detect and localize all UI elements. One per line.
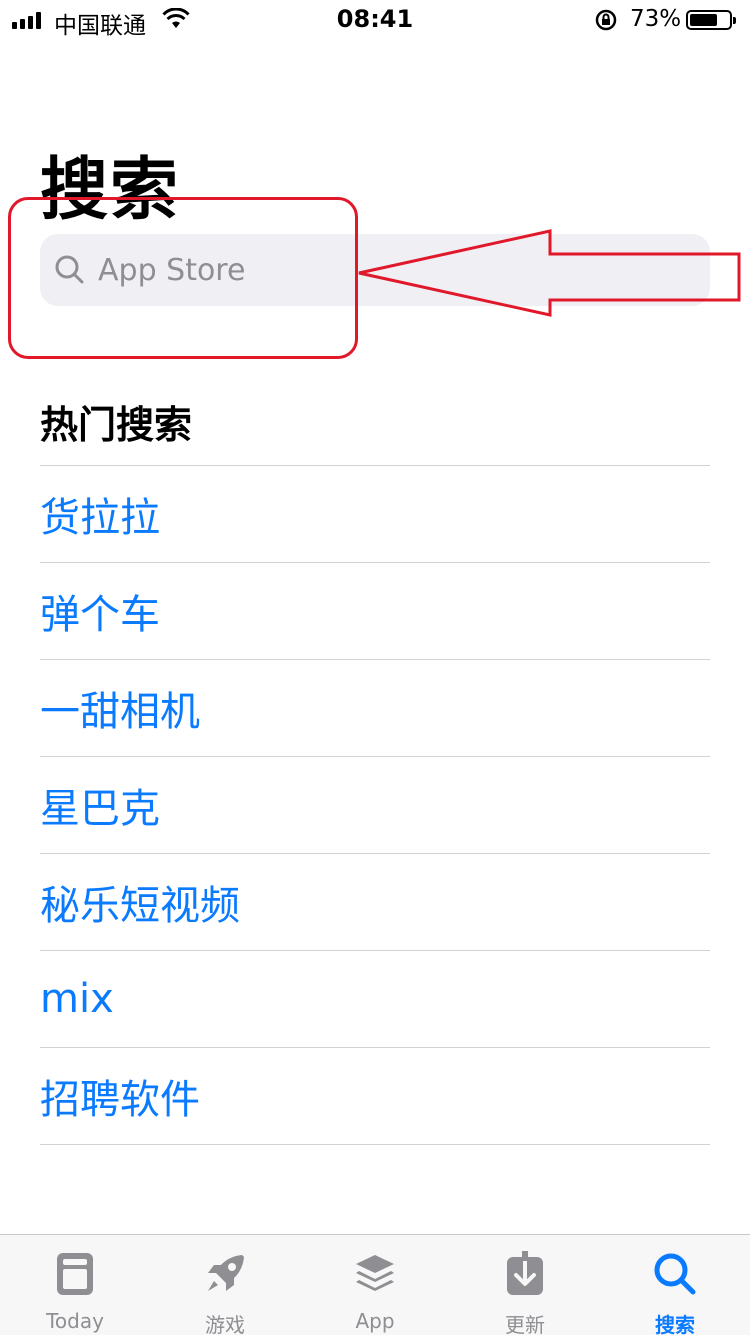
rotation-lock-icon xyxy=(595,9,617,31)
annotation-arrow xyxy=(358,229,741,317)
tab-updates[interactable]: 更新 xyxy=(450,1235,600,1337)
list-item[interactable]: mix xyxy=(40,951,710,1048)
list-item[interactable]: 弹个车 xyxy=(40,563,710,660)
status-bar: 中国联通 08:41 73% xyxy=(0,0,750,40)
download-icon xyxy=(507,1251,543,1295)
tab-search[interactable]: 搜索 xyxy=(600,1235,750,1337)
today-icon xyxy=(57,1253,93,1295)
list-item[interactable]: 星巴克 xyxy=(40,757,710,854)
tab-today[interactable]: Today xyxy=(0,1235,150,1335)
apps-stack-icon xyxy=(356,1255,394,1291)
tab-apps[interactable]: App xyxy=(300,1235,450,1335)
tab-bar: Today 游戏 App 更新 搜索 xyxy=(0,1234,750,1337)
tab-label: App xyxy=(355,1309,395,1333)
rocket-icon xyxy=(208,1255,244,1291)
battery-percent: 73% xyxy=(630,6,682,32)
list-item[interactable]: 货拉拉 xyxy=(40,466,710,563)
tab-label: Today xyxy=(46,1309,104,1333)
battery-icon xyxy=(686,10,736,30)
list-item[interactable]: 一甜相机 xyxy=(40,660,710,757)
list-item[interactable]: 招聘软件 xyxy=(40,1048,710,1145)
trending-section-title: 热门搜索 xyxy=(40,403,193,447)
trending-list: 货拉拉 弹个车 一甜相机 星巴克 秘乐短视频 mix 招聘软件 xyxy=(40,465,710,1145)
list-item[interactable]: 秘乐短视频 xyxy=(40,854,710,951)
tab-games[interactable]: 游戏 xyxy=(150,1235,300,1337)
search-icon xyxy=(654,1253,696,1295)
annotation-highlight-box xyxy=(8,197,358,359)
